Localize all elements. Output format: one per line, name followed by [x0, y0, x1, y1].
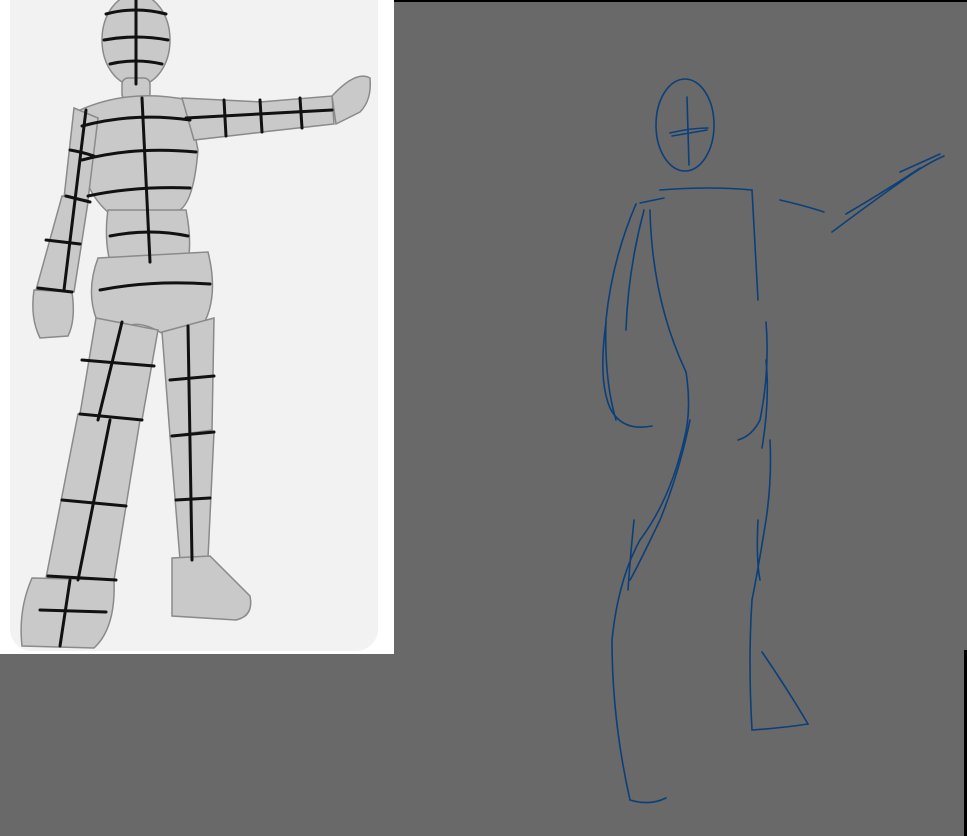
reference-image-panel[interactable]: [0, 0, 394, 654]
drawing-canvas[interactable]: [0, 0, 967, 836]
canvas-top-edge: [390, 0, 967, 2]
gesture-sketch-drawing: [602, 78, 945, 804]
gesture-sketch-layer[interactable]: [560, 60, 967, 836]
wireframe-figure-illustration: [20, 0, 372, 649]
reference-image-card: [10, 0, 378, 651]
